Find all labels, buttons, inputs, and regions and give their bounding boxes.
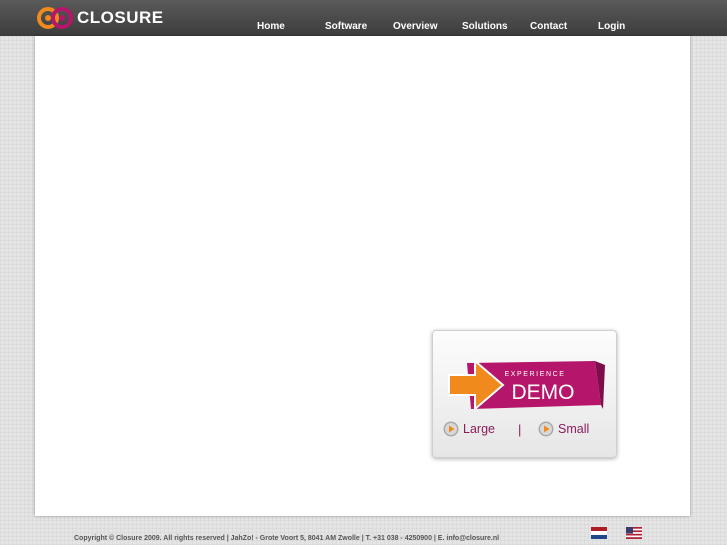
dutch-flag-icon[interactable]	[591, 527, 607, 539]
demo-banner[interactable]: EXPERIENCE DEMO	[445, 355, 605, 417]
play-icon	[443, 421, 459, 437]
play-icon	[538, 421, 554, 437]
nav-item-login[interactable]: Login	[598, 21, 625, 32]
demo-card: EXPERIENCE DEMO Large | Small	[432, 330, 617, 458]
nav-item-home[interactable]: Home	[257, 21, 285, 32]
nav-item-contact[interactable]: Contact	[530, 21, 567, 32]
separator: |	[518, 422, 522, 437]
main-nav: Home Software Overview Solutions Contact…	[0, 21, 727, 35]
footer-copyright: Copyright © Closure 2009. All rights res…	[74, 535, 500, 542]
demo-title: DEMO	[512, 381, 575, 404]
small-demo-link[interactable]: Small	[538, 421, 589, 437]
large-demo-link[interactable]: Large	[443, 421, 495, 437]
nav-item-software[interactable]: Software	[325, 21, 367, 32]
large-label: Large	[463, 422, 495, 436]
us-flag-icon[interactable]	[626, 527, 642, 539]
nav-item-solutions[interactable]: Solutions	[462, 21, 508, 32]
top-bar: CLOSURE Home Software Overview Solutions…	[0, 0, 727, 36]
nav-item-overview[interactable]: Overview	[393, 21, 437, 32]
small-label: Small	[558, 422, 590, 436]
demo-kicker: EXPERIENCE	[504, 371, 565, 378]
